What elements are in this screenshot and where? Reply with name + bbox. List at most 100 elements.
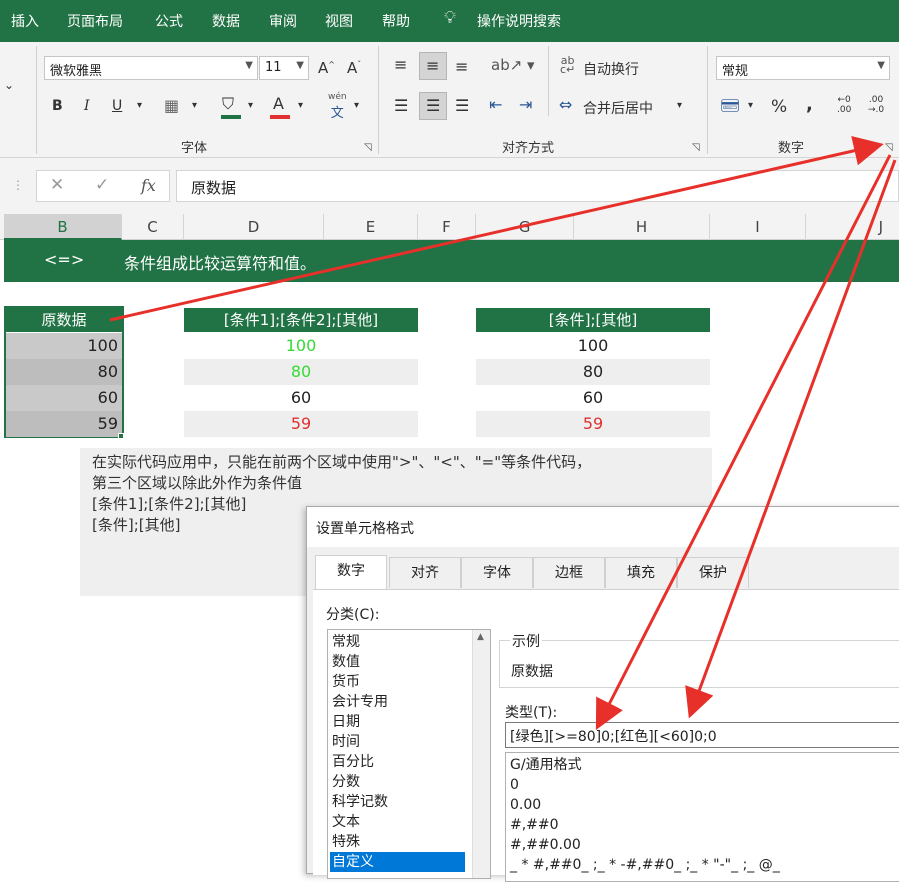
format-list[interactable]: G/通用格式 0 0.00 #,##0 #,##0.00 _ * #,##0_ … (505, 752, 899, 882)
category-item[interactable]: 时间 (330, 732, 465, 752)
align-top-icon[interactable]: ≡ (394, 55, 407, 74)
font-size-select[interactable]: 11 ▼ (259, 56, 309, 80)
merge-center-button[interactable]: 合并后居中 (583, 98, 653, 118)
table1-cell[interactable]: 100 (6, 333, 122, 359)
insert-function-icon[interactable]: fx (141, 176, 156, 195)
table2-header[interactable]: [条件1];[条件2];[其他] (184, 308, 418, 332)
format-item[interactable]: 0 (510, 775, 519, 795)
decrease-decimal-button[interactable]: .00 →.0 (868, 95, 884, 115)
category-item[interactable]: 科学记数 (330, 792, 465, 812)
shrink-font-button[interactable]: Aˇ (347, 59, 361, 77)
fill-handle[interactable] (118, 433, 124, 439)
chevron-down-icon[interactable]: ▾ (192, 100, 197, 111)
number-dialog-launcher-icon[interactable]: ◹ (885, 142, 893, 153)
category-list[interactable]: 常规 数值 货币 会计专用 日期 时间 百分比 分数 科学记数 文本 特殊 自定… (327, 629, 491, 879)
font-color-button[interactable]: A (273, 94, 284, 113)
orientation-icon[interactable]: ab↗ ▾ (491, 56, 535, 74)
chevron-down-icon[interactable]: ▾ (248, 100, 253, 111)
align-right-icon[interactable]: ☰ (455, 96, 469, 115)
increase-indent-icon[interactable]: ⇥ (519, 95, 532, 114)
table3-cell[interactable]: 60 (476, 385, 710, 411)
menu-data[interactable]: 数据 (212, 11, 240, 31)
format-item[interactable]: #,##0 (510, 815, 559, 835)
align-middle-button[interactable]: ≡ (419, 52, 447, 80)
table1-cell[interactable]: 80 (6, 359, 122, 385)
format-item[interactable]: G/通用格式 (510, 755, 582, 775)
table3-header[interactable]: [条件];[其他] (476, 308, 710, 332)
align-left-icon[interactable]: ☰ (394, 96, 408, 115)
cancel-icon[interactable]: ✕ (50, 175, 64, 195)
underline-button[interactable]: U (112, 98, 122, 114)
table1-cell[interactable]: 60 (6, 385, 122, 411)
column-header-b[interactable]: B (4, 214, 122, 240)
chevron-down-icon[interactable]: ⌄ (4, 78, 14, 92)
type-input[interactable]: [绿色][>=80]0;[红色][<60]0;0 (505, 722, 899, 748)
number-format-select[interactable]: 常规 ▼ (716, 56, 890, 80)
grow-font-button[interactable]: A^ (318, 59, 335, 77)
table1-cell[interactable]: 59 (6, 411, 122, 437)
category-item[interactable]: 百分比 (330, 752, 465, 772)
chevron-down-icon[interactable]: ▾ (748, 100, 753, 111)
tab-alignment[interactable]: 对齐 (389, 557, 461, 588)
increase-decimal-button[interactable]: ←0.00 (837, 95, 851, 115)
chevron-down-icon[interactable]: ▾ (677, 100, 682, 111)
phonetic-guide-button[interactable]: wén 文 (328, 92, 347, 121)
chevron-down-icon[interactable]: ▾ (137, 100, 142, 111)
menu-help[interactable]: 帮助 (382, 11, 410, 31)
tab-fill[interactable]: 填充 (605, 557, 677, 588)
dialog-launcher-icon[interactable]: ◹ (692, 142, 700, 153)
table2-cell[interactable]: 100 (184, 333, 418, 359)
align-center-button[interactable]: ☰ (419, 92, 447, 120)
table2-cell[interactable]: 59 (184, 411, 418, 437)
category-item[interactable]: 数值 (330, 652, 465, 672)
column-header-i[interactable]: I (710, 214, 806, 240)
category-item[interactable]: 特殊 (330, 832, 465, 852)
column-header-c[interactable]: C (122, 214, 184, 240)
scroll-up-icon[interactable]: ▲ (477, 632, 484, 642)
tab-font[interactable]: 字体 (461, 557, 533, 588)
table3-cell[interactable]: 59 (476, 411, 710, 437)
menu-page-layout[interactable]: 页面布局 (67, 11, 123, 31)
confirm-icon[interactable]: ✓ (95, 175, 109, 195)
format-item[interactable]: #,##0.00 (510, 835, 581, 855)
column-header-d[interactable]: D (184, 214, 324, 240)
column-header-e[interactable]: E (324, 214, 418, 240)
menu-view[interactable]: 视图 (325, 11, 353, 31)
category-item[interactable]: 常规 (330, 632, 465, 652)
format-item[interactable]: 0.00 (510, 795, 541, 815)
accounting-format-icon[interactable]: 💳︎ (720, 96, 740, 115)
category-item-selected[interactable]: 自定义 (330, 852, 465, 872)
italic-button[interactable]: I (84, 98, 90, 114)
category-item[interactable]: 货币 (330, 672, 465, 692)
align-bottom-icon[interactable]: ≡ (455, 57, 468, 76)
scrollbar[interactable]: ▲ (472, 630, 490, 878)
column-header-j[interactable]: J (806, 214, 899, 240)
table2-cell[interactable]: 80 (184, 359, 418, 385)
chevron-down-icon[interactable]: ▾ (298, 100, 303, 111)
drag-handle-icon[interactable]: ⋮ (12, 178, 24, 192)
border-icon[interactable]: ▦ (164, 96, 179, 115)
category-item[interactable]: 会计专用 (330, 692, 465, 712)
formula-input[interactable]: 原数据 (176, 170, 899, 202)
format-item[interactable]: _ * #,##0_ ;_ * -#,##0_ ;_ * "-"_ ;_ @_ (510, 855, 780, 875)
category-item[interactable]: 分数 (330, 772, 465, 792)
bold-button[interactable]: B (52, 98, 63, 114)
category-item[interactable]: 文本 (330, 812, 465, 832)
wrap-text-icon[interactable]: ab c↵ (560, 55, 575, 75)
decrease-indent-icon[interactable]: ⇤ (489, 95, 502, 114)
menu-formulas[interactable]: 公式 (155, 11, 183, 31)
tab-protection[interactable]: 保护 (677, 557, 749, 588)
percent-button[interactable]: % (771, 97, 787, 117)
tab-border[interactable]: 边框 (533, 557, 605, 588)
wrap-text-button[interactable]: 自动换行 (583, 59, 639, 79)
menu-review[interactable]: 审阅 (269, 11, 297, 31)
dialog-launcher-icon[interactable]: ◹ (364, 142, 372, 153)
table3-cell[interactable]: 80 (476, 359, 710, 385)
table2-cell[interactable]: 60 (184, 385, 418, 411)
table3-cell[interactable]: 100 (476, 333, 710, 359)
column-header-g[interactable]: G (476, 214, 574, 240)
font-name-select[interactable]: 微软雅黑 ▼ (44, 56, 258, 80)
merge-icon[interactable]: ⇔ (559, 95, 572, 114)
column-header-h[interactable]: H (574, 214, 710, 240)
tab-number[interactable]: 数字 (315, 555, 387, 589)
